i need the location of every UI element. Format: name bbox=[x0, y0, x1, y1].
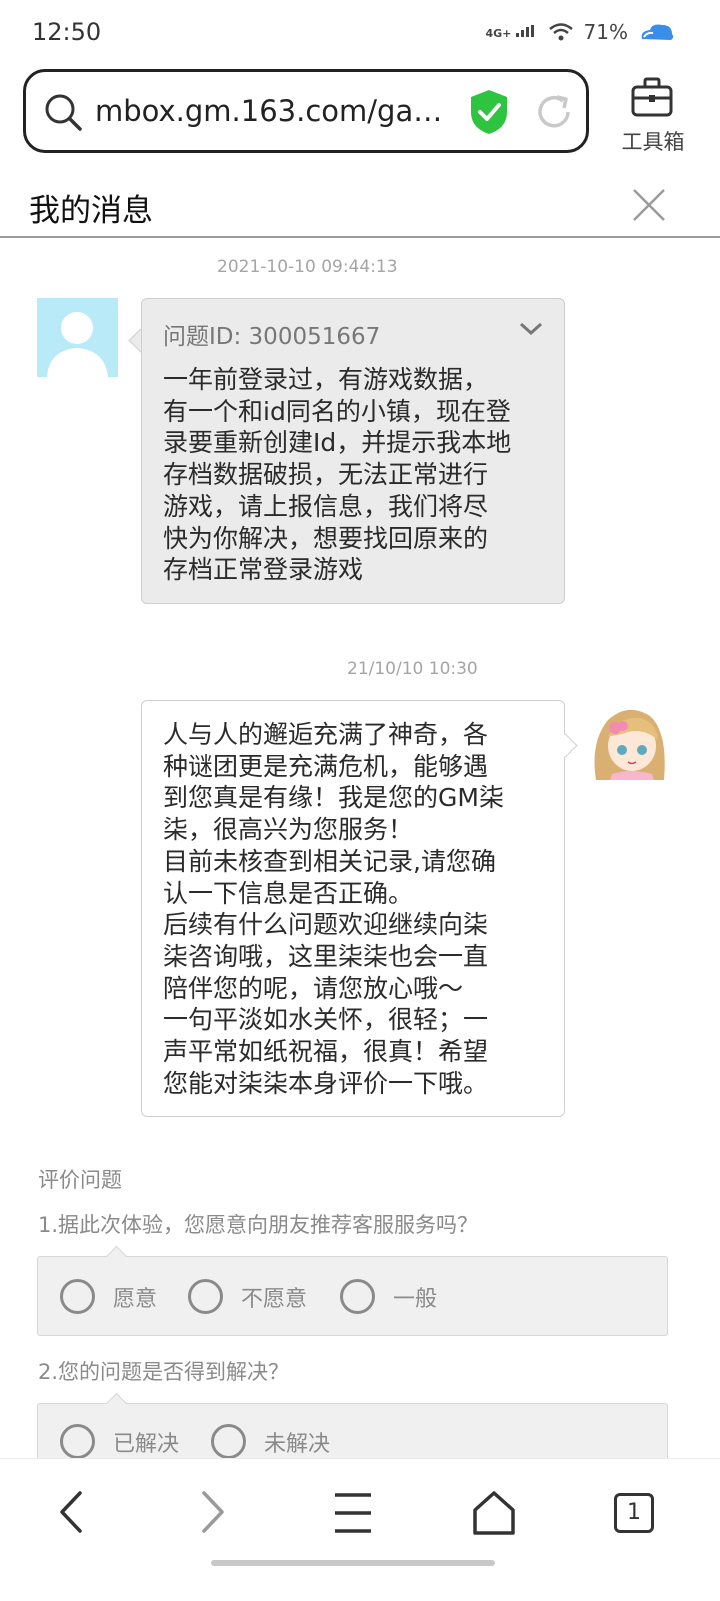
radio-label[interactable]: 愿意 bbox=[113, 1281, 157, 1313]
rating-question: 2.您的问题是否得到解决？ bbox=[38, 1360, 290, 1384]
radio-circle-icon[interactable] bbox=[188, 1279, 223, 1314]
network-type: 4G+ bbox=[485, 27, 512, 40]
radio-label[interactable]: 一般 bbox=[393, 1281, 437, 1313]
home-icon[interactable] bbox=[472, 1490, 516, 1536]
gm-avatar bbox=[588, 702, 670, 780]
tabs-counter-button[interactable]: 1 bbox=[614, 1493, 654, 1533]
close-icon[interactable] bbox=[632, 188, 666, 222]
message-timestamp: 2021-10-10 09:44:13 bbox=[217, 257, 398, 277]
radio-circle-icon[interactable] bbox=[211, 1424, 246, 1459]
radio-option[interactable]: 不愿意 bbox=[188, 1279, 307, 1314]
radio-label[interactable]: 未解决 bbox=[264, 1426, 330, 1458]
wifi-icon bbox=[548, 23, 573, 41]
radio-circle-icon[interactable] bbox=[60, 1279, 95, 1314]
user-silhouette-icon bbox=[47, 312, 108, 377]
question-id: 问题ID: 300051667 bbox=[163, 324, 381, 350]
header-divider bbox=[0, 236, 720, 238]
weather-cloud-icon bbox=[641, 24, 674, 40]
radio-option[interactable]: 已解决 bbox=[60, 1424, 179, 1459]
radio-option[interactable]: 未解决 bbox=[211, 1424, 330, 1459]
message-timestamp: 21/10/10 10:30 bbox=[347, 659, 478, 679]
battery-level: 71% bbox=[583, 20, 628, 44]
status-time: 12:50 bbox=[32, 18, 102, 46]
radio-label[interactable]: 已解决 bbox=[113, 1426, 179, 1458]
home-indicator[interactable] bbox=[211, 1560, 495, 1566]
toolbox-label[interactable]: 工具箱 bbox=[618, 126, 688, 156]
chevron-down-icon[interactable] bbox=[518, 320, 544, 338]
gm-girl-avatar-icon bbox=[594, 709, 665, 780]
back-icon[interactable] bbox=[56, 1490, 86, 1534]
radio-option[interactable]: 愿意 bbox=[60, 1279, 157, 1314]
refresh-icon[interactable] bbox=[533, 91, 575, 133]
toolbox-icon[interactable] bbox=[630, 76, 674, 118]
radio-circle-icon[interactable] bbox=[60, 1424, 95, 1459]
search-icon bbox=[45, 94, 82, 131]
menu-icon[interactable] bbox=[333, 1491, 373, 1535]
signal-icon bbox=[515, 25, 534, 37]
radio-label[interactable]: 不愿意 bbox=[241, 1281, 307, 1313]
network-indicator: 4G+ bbox=[485, 25, 537, 39]
radio-option[interactable]: 一般 bbox=[340, 1279, 437, 1314]
rating-title: 评价问题 bbox=[38, 1168, 122, 1192]
page-title: 我的消息 bbox=[29, 193, 153, 229]
status-indicators: 4G+ 71% bbox=[485, 20, 676, 44]
shield-check-icon[interactable] bbox=[467, 88, 511, 136]
user-message-text: 一年前登录过，有游戏数据， 有一个和id同名的小镇，现在登 录要重新创建Id，并… bbox=[163, 365, 512, 585]
forward-icon[interactable] bbox=[198, 1490, 228, 1534]
gm-message-text: 人与人的邂逅充满了神奇，各 种谜团更是充满危机，能够遇 到您真是有缘！我是您的G… bbox=[163, 720, 504, 1098]
rating-question: 1.据此次体验，您愿意向朋友推荐客服服务吗？ bbox=[38, 1213, 479, 1237]
user-avatar bbox=[37, 298, 118, 377]
radio-circle-icon[interactable] bbox=[340, 1279, 375, 1314]
url-text[interactable]: mbox.gm.163.com/gam… bbox=[95, 94, 445, 128]
